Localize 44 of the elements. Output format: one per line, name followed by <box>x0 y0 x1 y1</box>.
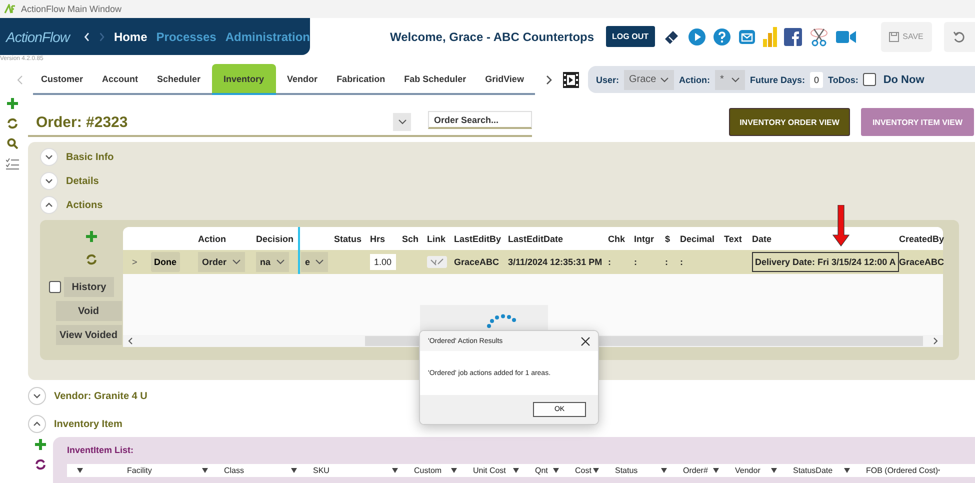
logo: ActionFlow <box>6 28 70 44</box>
table-cell: 3/11/2024 12:35:31 PM <box>508 257 602 267</box>
action-label: Action: <box>678 74 710 84</box>
list-title: InventItem List: <box>67 445 135 455</box>
do-now-label: Do Now <box>883 74 924 86</box>
order-title: Order: #2323 <box>36 114 129 130</box>
table-cell: : <box>680 257 683 267</box>
future-days-label: Future Days: <box>750 74 805 84</box>
column-header: Intgr <box>634 234 654 244</box>
column-header: Cost <box>575 466 592 475</box>
column-header: FOB (Ordered Cost) <box>866 466 938 475</box>
column-header: Text <box>724 234 742 244</box>
table-cell: GraceABC <box>899 257 944 267</box>
column-header: Decimal <box>680 234 715 244</box>
table-cell: : <box>608 257 611 267</box>
table-cell: : <box>634 257 637 267</box>
column-header: Hrs <box>370 234 386 244</box>
column-header: Date <box>752 234 772 244</box>
welcome-text: Welcome, Grace - ABC Countertops <box>390 30 594 44</box>
column-header: Action <box>198 234 226 244</box>
column-header: Facility <box>127 466 152 475</box>
todos-label: ToDos: <box>828 74 858 84</box>
column-header: Decision <box>256 234 294 244</box>
column-header: Chk <box>608 234 626 244</box>
column-header: LastEditBy <box>454 234 502 244</box>
column-header: Status <box>334 234 362 244</box>
column-header: StatusDate <box>793 466 833 475</box>
column-header: Status <box>615 466 638 475</box>
column-header: CreatedBy <box>899 234 944 244</box>
column-header: Sch <box>402 234 419 244</box>
column-header: Vendor <box>735 466 760 475</box>
column-header: Class <box>224 466 244 475</box>
column-header: LastEditDate <box>508 234 564 244</box>
column-header: Custom <box>414 466 442 475</box>
table-cell: GraceABC <box>454 257 500 267</box>
column-header: Qnt <box>535 466 548 475</box>
column-header: SKU <box>313 466 330 475</box>
column-header: Unit Cost <box>473 466 506 475</box>
table-cell: : <box>665 257 668 267</box>
user-label: User: <box>596 74 619 84</box>
column-header: $ <box>665 234 670 244</box>
window-title: ActionFlow Main Window <box>21 4 122 14</box>
column-header: Link <box>427 234 446 244</box>
column-header: Order# <box>683 466 708 475</box>
